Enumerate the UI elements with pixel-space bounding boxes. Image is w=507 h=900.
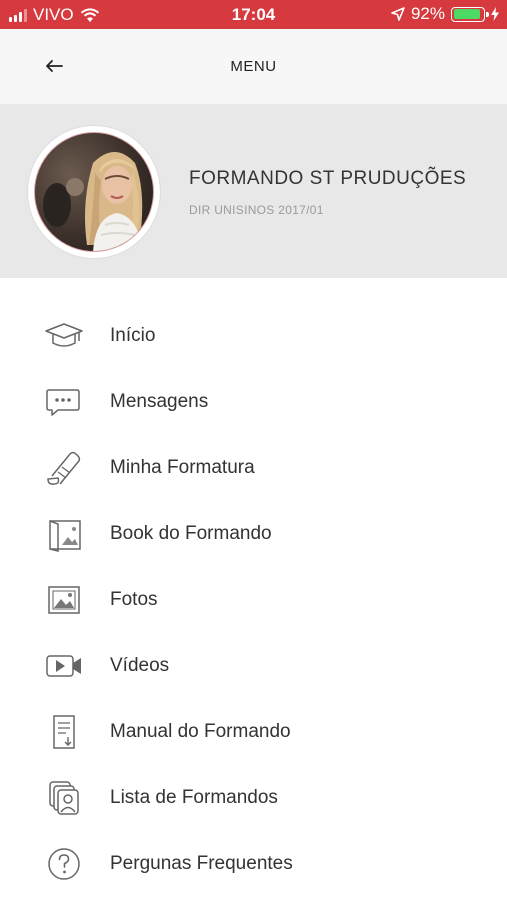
graduation-cap-icon: [45, 323, 83, 347]
location-arrow-icon: [391, 7, 405, 21]
menu-item-label: Vídeos: [110, 655, 170, 676]
menu-item-perguntas-frequentes[interactable]: Pergunas Frequentes: [0, 831, 507, 897]
avatar[interactable]: [28, 126, 160, 258]
avatar-photo: [34, 132, 154, 252]
photo-book-icon: [49, 520, 81, 552]
profile-header: FORMANDO ST PRUDUÇÕES DIR UNISINOS 2017/…: [0, 104, 507, 278]
portrait-image: [43, 152, 143, 251]
document-download-icon: [53, 715, 75, 749]
video-camera-icon: [46, 655, 81, 677]
image-icon: [48, 586, 80, 614]
menu-item-label: Pergunas Frequentes: [110, 853, 293, 874]
top-bar: MENU: [0, 29, 507, 104]
page-title: MENU: [230, 58, 277, 75]
menu-item-label: Book do Formando: [110, 523, 272, 544]
menu-item-mensagens[interactable]: Mensagens: [0, 369, 507, 435]
menu-item-label: Lista de Formandos: [110, 787, 278, 808]
menu-item-minha-formatura[interactable]: Minha Formatura: [0, 435, 507, 501]
chat-bubble-icon: [46, 389, 80, 416]
diploma-icon: [47, 451, 81, 485]
battery-percent: 92%: [410, 4, 445, 23]
menu-item-lista-de-formandos[interactable]: Lista de Formandos: [0, 765, 507, 831]
profile-subtitle: DIR UNISINOS 2017/01: [189, 203, 324, 217]
battery-level: [453, 9, 480, 19]
menu-item-label: Início: [110, 325, 156, 346]
menu-item-book-do-formando[interactable]: Book do Formando: [0, 501, 507, 567]
battery-icon: [451, 6, 489, 22]
menu-item-label: Manual do Formando: [110, 721, 291, 742]
menu-item-fotos[interactable]: Fotos: [0, 567, 507, 633]
profile-name: FORMANDO ST PRUDUÇÕES: [189, 168, 467, 189]
menu-item-label: Mensagens: [110, 391, 209, 412]
menu-item-label: Fotos: [110, 589, 158, 610]
menu-item-videos[interactable]: Vídeos: [0, 633, 507, 699]
status-bar: VIVO 17:04 92%: [0, 0, 507, 29]
menu-item-inicio[interactable]: Início: [0, 303, 507, 369]
question-circle-icon: [48, 848, 80, 880]
menu-item-label: Minha Formatura: [110, 457, 255, 478]
status-right: 92%: [391, 4, 499, 24]
contacts-list-icon: [49, 781, 79, 815]
menu-item-manual-do-formando[interactable]: Manual do Formando: [0, 699, 507, 765]
charging-bolt-icon: [491, 7, 499, 21]
